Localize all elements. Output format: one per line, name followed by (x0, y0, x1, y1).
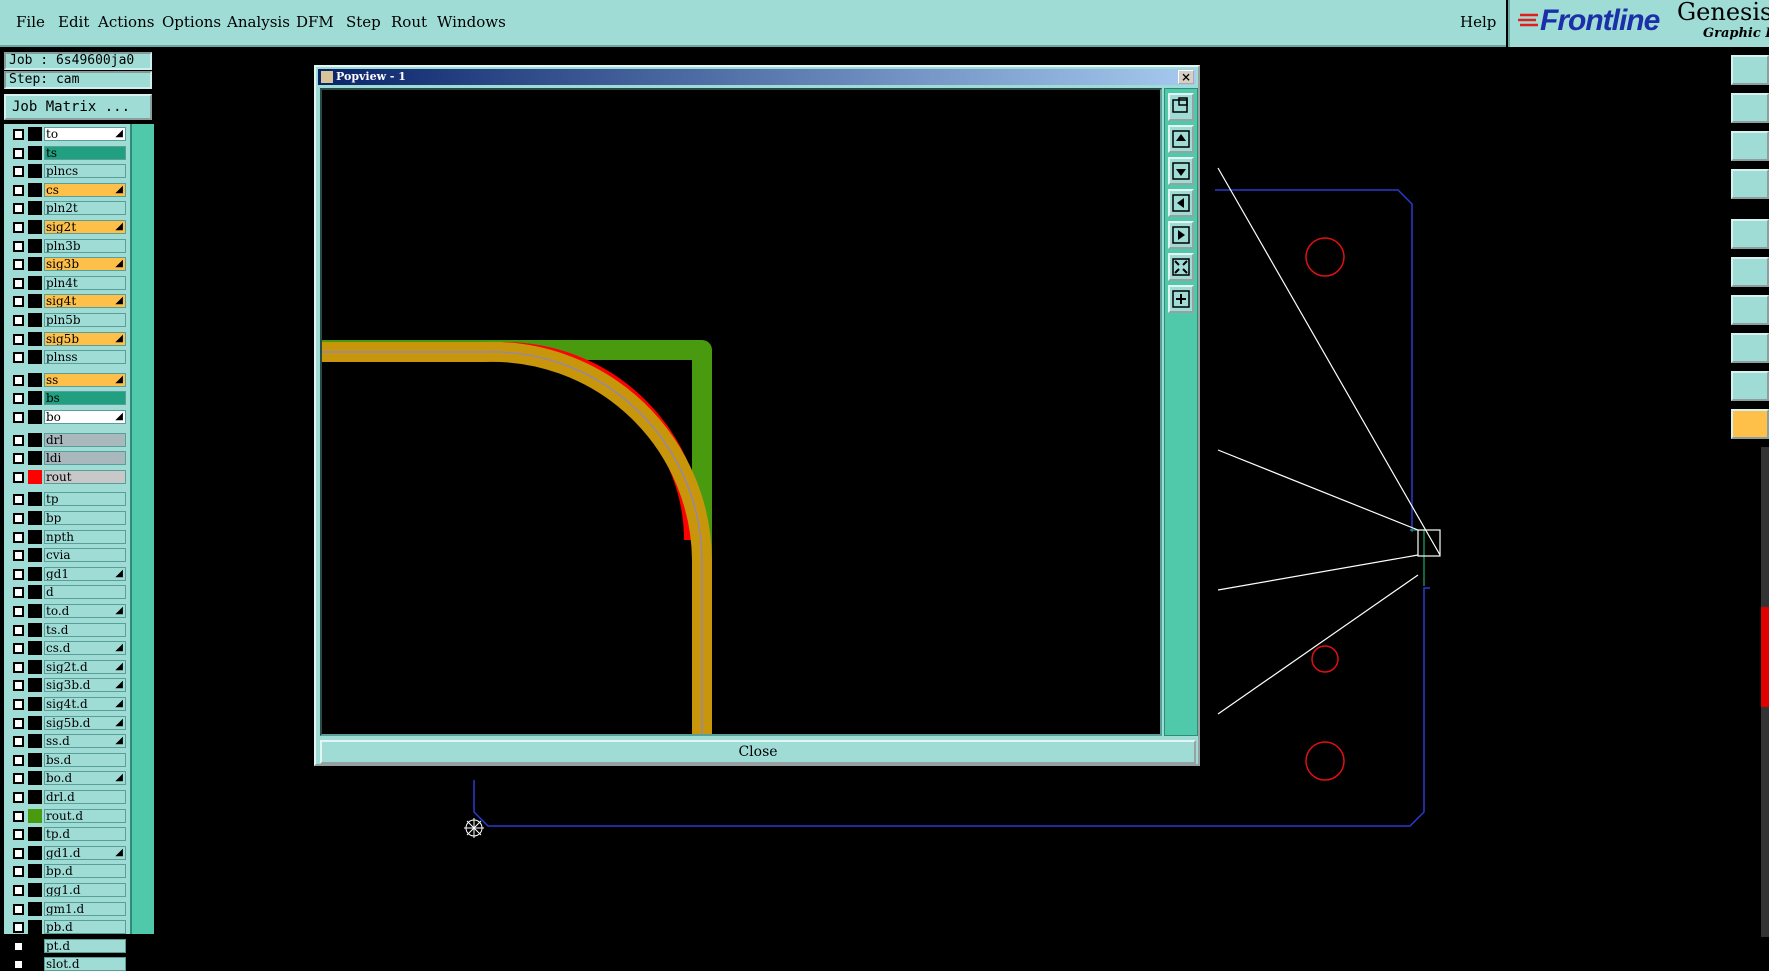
tool-button[interactable] (1731, 333, 1769, 363)
pan-up-button[interactable] (1168, 125, 1194, 153)
popview-canvas[interactable] (320, 88, 1162, 736)
zoom-out-button[interactable] (1168, 285, 1194, 313)
zoom-in-icon (1172, 258, 1190, 276)
pan-up-icon (1172, 130, 1190, 148)
tool-button[interactable] (1731, 371, 1769, 401)
popview-toolbar (1164, 88, 1198, 736)
window-icon (321, 71, 333, 83)
tool-button[interactable] (1731, 409, 1769, 439)
fiducial-box (1417, 529, 1441, 557)
popview-titlebar[interactable]: Popview - 1 × (318, 69, 1196, 85)
close-icon[interactable]: × (1178, 70, 1194, 84)
layer-checkbox[interactable] (13, 959, 24, 971)
layer-name-label: slot.d (46, 957, 80, 971)
close-button[interactable]: Close (320, 740, 1196, 764)
zoom-fit-button[interactable] (1168, 93, 1194, 121)
zoom-in-button[interactable] (1168, 253, 1194, 281)
pan-down-icon (1172, 162, 1190, 180)
right-scrollbar-thumb[interactable] (1761, 607, 1769, 707)
tool-button[interactable] (1731, 169, 1769, 199)
layer-color-swatch[interactable] (28, 957, 42, 971)
drill-hole (1311, 645, 1339, 673)
rout-slot (1410, 529, 1425, 586)
drill-hole (1305, 741, 1345, 781)
tool-button[interactable] (1731, 295, 1769, 325)
pan-left-icon (1172, 194, 1190, 212)
pan-right-icon (1172, 226, 1190, 244)
layer-row[interactable]: slot.d (8, 957, 128, 971)
popview-window: Popview - 1 × Close (314, 65, 1200, 766)
popview-zoomed-traces (322, 340, 712, 734)
origin-marker-icon (464, 818, 484, 838)
popview-title: Popview - 1 (336, 70, 406, 83)
tool-button[interactable] (1731, 219, 1769, 249)
tool-button[interactable] (1731, 55, 1769, 85)
tool-button[interactable] (1731, 93, 1769, 123)
zoom-fit-icon (1172, 97, 1188, 113)
drill-hole (1305, 237, 1345, 277)
zoom-out-icon (1172, 290, 1190, 308)
pan-down-button[interactable] (1168, 157, 1194, 185)
layer-name[interactable]: slot.d (44, 957, 126, 971)
tool-button[interactable] (1731, 257, 1769, 287)
right-toolbar (1731, 47, 1769, 944)
measure-lines (1217, 167, 1441, 715)
pan-left-button[interactable] (1168, 189, 1194, 217)
tool-button[interactable] (1731, 131, 1769, 161)
pan-right-button[interactable] (1168, 221, 1194, 249)
gold-trace (322, 341, 712, 734)
